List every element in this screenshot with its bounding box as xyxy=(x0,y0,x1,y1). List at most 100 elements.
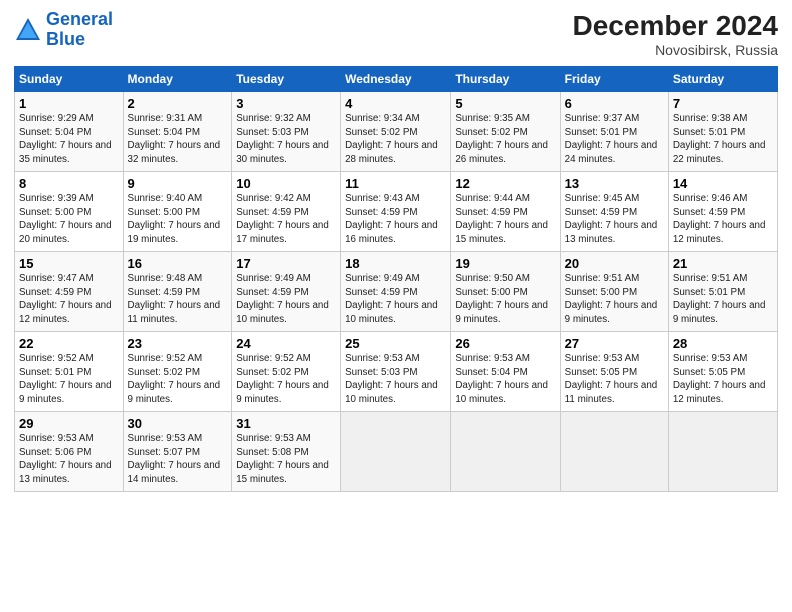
day-number: 16 xyxy=(128,256,228,271)
day-number: 23 xyxy=(128,336,228,351)
table-cell: 30Sunrise: 9:53 AM Sunset: 5:07 PM Dayli… xyxy=(123,412,232,492)
day-number: 26 xyxy=(455,336,555,351)
table-cell: 7Sunrise: 9:38 AM Sunset: 5:01 PM Daylig… xyxy=(668,92,777,172)
day-number: 2 xyxy=(128,96,228,111)
table-cell: 10Sunrise: 9:42 AM Sunset: 4:59 PM Dayli… xyxy=(232,172,341,252)
day-number: 7 xyxy=(673,96,773,111)
day-info: Sunrise: 9:51 AM Sunset: 5:01 PM Dayligh… xyxy=(673,272,773,327)
day-number: 14 xyxy=(673,176,773,191)
day-number: 15 xyxy=(19,256,119,271)
day-info: Sunrise: 9:52 AM Sunset: 5:01 PM Dayligh… xyxy=(19,352,119,407)
title-block: December 2024 Novosibirsk, Russia xyxy=(573,10,778,58)
day-number: 29 xyxy=(19,416,119,431)
table-cell: 19Sunrise: 9:50 AM Sunset: 5:00 PM Dayli… xyxy=(451,252,560,332)
day-number: 12 xyxy=(455,176,555,191)
day-info: Sunrise: 9:53 AM Sunset: 5:08 PM Dayligh… xyxy=(236,432,336,487)
col-tuesday: Tuesday xyxy=(232,67,341,92)
header-row: Sunday Monday Tuesday Wednesday Thursday… xyxy=(15,67,778,92)
calendar-row: 15Sunrise: 9:47 AM Sunset: 4:59 PM Dayli… xyxy=(15,252,778,332)
day-info: Sunrise: 9:53 AM Sunset: 5:05 PM Dayligh… xyxy=(673,352,773,407)
day-number: 6 xyxy=(565,96,664,111)
day-info: Sunrise: 9:51 AM Sunset: 5:00 PM Dayligh… xyxy=(565,272,664,327)
col-thursday: Thursday xyxy=(451,67,560,92)
day-number: 3 xyxy=(236,96,336,111)
col-saturday: Saturday xyxy=(668,67,777,92)
day-info: Sunrise: 9:31 AM Sunset: 5:04 PM Dayligh… xyxy=(128,112,228,167)
table-cell: 27Sunrise: 9:53 AM Sunset: 5:05 PM Dayli… xyxy=(560,332,668,412)
calendar-table: Sunday Monday Tuesday Wednesday Thursday… xyxy=(14,66,778,492)
day-number: 18 xyxy=(345,256,446,271)
table-cell: 15Sunrise: 9:47 AM Sunset: 4:59 PM Dayli… xyxy=(15,252,124,332)
table-cell: 20Sunrise: 9:51 AM Sunset: 5:00 PM Dayli… xyxy=(560,252,668,332)
day-info: Sunrise: 9:32 AM Sunset: 5:03 PM Dayligh… xyxy=(236,112,336,167)
day-number: 21 xyxy=(673,256,773,271)
day-number: 13 xyxy=(565,176,664,191)
day-number: 30 xyxy=(128,416,228,431)
day-number: 11 xyxy=(345,176,446,191)
day-info: Sunrise: 9:53 AM Sunset: 5:07 PM Dayligh… xyxy=(128,432,228,487)
table-cell: 21Sunrise: 9:51 AM Sunset: 5:01 PM Dayli… xyxy=(668,252,777,332)
day-info: Sunrise: 9:49 AM Sunset: 4:59 PM Dayligh… xyxy=(345,272,446,327)
day-info: Sunrise: 9:52 AM Sunset: 5:02 PM Dayligh… xyxy=(236,352,336,407)
day-number: 31 xyxy=(236,416,336,431)
table-cell xyxy=(560,412,668,492)
day-number: 27 xyxy=(565,336,664,351)
table-cell: 8Sunrise: 9:39 AM Sunset: 5:00 PM Daylig… xyxy=(15,172,124,252)
day-number: 20 xyxy=(565,256,664,271)
day-info: Sunrise: 9:43 AM Sunset: 4:59 PM Dayligh… xyxy=(345,192,446,247)
table-cell: 9Sunrise: 9:40 AM Sunset: 5:00 PM Daylig… xyxy=(123,172,232,252)
logo: General Blue xyxy=(14,10,113,50)
day-info: Sunrise: 9:45 AM Sunset: 4:59 PM Dayligh… xyxy=(565,192,664,247)
logo-line2: Blue xyxy=(46,29,85,49)
day-info: Sunrise: 9:38 AM Sunset: 5:01 PM Dayligh… xyxy=(673,112,773,167)
day-info: Sunrise: 9:53 AM Sunset: 5:04 PM Dayligh… xyxy=(455,352,555,407)
table-cell: 16Sunrise: 9:48 AM Sunset: 4:59 PM Dayli… xyxy=(123,252,232,332)
day-info: Sunrise: 9:53 AM Sunset: 5:06 PM Dayligh… xyxy=(19,432,119,487)
day-info: Sunrise: 9:39 AM Sunset: 5:00 PM Dayligh… xyxy=(19,192,119,247)
day-number: 4 xyxy=(345,96,446,111)
day-number: 25 xyxy=(345,336,446,351)
table-cell: 31Sunrise: 9:53 AM Sunset: 5:08 PM Dayli… xyxy=(232,412,341,492)
day-info: Sunrise: 9:46 AM Sunset: 4:59 PM Dayligh… xyxy=(673,192,773,247)
table-cell xyxy=(341,412,451,492)
table-cell: 5Sunrise: 9:35 AM Sunset: 5:02 PM Daylig… xyxy=(451,92,560,172)
day-info: Sunrise: 9:49 AM Sunset: 4:59 PM Dayligh… xyxy=(236,272,336,327)
day-info: Sunrise: 9:48 AM Sunset: 4:59 PM Dayligh… xyxy=(128,272,228,327)
col-friday: Friday xyxy=(560,67,668,92)
table-cell: 23Sunrise: 9:52 AM Sunset: 5:02 PM Dayli… xyxy=(123,332,232,412)
table-cell: 4Sunrise: 9:34 AM Sunset: 5:02 PM Daylig… xyxy=(341,92,451,172)
table-cell: 26Sunrise: 9:53 AM Sunset: 5:04 PM Dayli… xyxy=(451,332,560,412)
day-number: 28 xyxy=(673,336,773,351)
day-info: Sunrise: 9:44 AM Sunset: 4:59 PM Dayligh… xyxy=(455,192,555,247)
logo-icon xyxy=(14,16,42,44)
table-cell: 18Sunrise: 9:49 AM Sunset: 4:59 PM Dayli… xyxy=(341,252,451,332)
col-sunday: Sunday xyxy=(15,67,124,92)
day-info: Sunrise: 9:40 AM Sunset: 5:00 PM Dayligh… xyxy=(128,192,228,247)
day-number: 10 xyxy=(236,176,336,191)
logo-text: General Blue xyxy=(46,10,113,50)
col-wednesday: Wednesday xyxy=(341,67,451,92)
day-number: 17 xyxy=(236,256,336,271)
day-info: Sunrise: 9:29 AM Sunset: 5:04 PM Dayligh… xyxy=(19,112,119,167)
table-cell: 29Sunrise: 9:53 AM Sunset: 5:06 PM Dayli… xyxy=(15,412,124,492)
logo-line1: General xyxy=(46,9,113,29)
table-cell: 13Sunrise: 9:45 AM Sunset: 4:59 PM Dayli… xyxy=(560,172,668,252)
day-info: Sunrise: 9:53 AM Sunset: 5:05 PM Dayligh… xyxy=(565,352,664,407)
table-cell: 14Sunrise: 9:46 AM Sunset: 4:59 PM Dayli… xyxy=(668,172,777,252)
day-number: 8 xyxy=(19,176,119,191)
day-info: Sunrise: 9:53 AM Sunset: 5:03 PM Dayligh… xyxy=(345,352,446,407)
page-container: General Blue December 2024 Novosibirsk, … xyxy=(0,0,792,502)
calendar-row: 8Sunrise: 9:39 AM Sunset: 5:00 PM Daylig… xyxy=(15,172,778,252)
table-cell: 28Sunrise: 9:53 AM Sunset: 5:05 PM Dayli… xyxy=(668,332,777,412)
calendar-row: 22Sunrise: 9:52 AM Sunset: 5:01 PM Dayli… xyxy=(15,332,778,412)
table-cell: 3Sunrise: 9:32 AM Sunset: 5:03 PM Daylig… xyxy=(232,92,341,172)
day-info: Sunrise: 9:34 AM Sunset: 5:02 PM Dayligh… xyxy=(345,112,446,167)
location: Novosibirsk, Russia xyxy=(573,42,778,58)
table-cell: 22Sunrise: 9:52 AM Sunset: 5:01 PM Dayli… xyxy=(15,332,124,412)
table-cell: 24Sunrise: 9:52 AM Sunset: 5:02 PM Dayli… xyxy=(232,332,341,412)
calendar-row: 29Sunrise: 9:53 AM Sunset: 5:06 PM Dayli… xyxy=(15,412,778,492)
calendar-row: 1Sunrise: 9:29 AM Sunset: 5:04 PM Daylig… xyxy=(15,92,778,172)
table-cell: 25Sunrise: 9:53 AM Sunset: 5:03 PM Dayli… xyxy=(341,332,451,412)
day-number: 22 xyxy=(19,336,119,351)
header: General Blue December 2024 Novosibirsk, … xyxy=(14,10,778,58)
